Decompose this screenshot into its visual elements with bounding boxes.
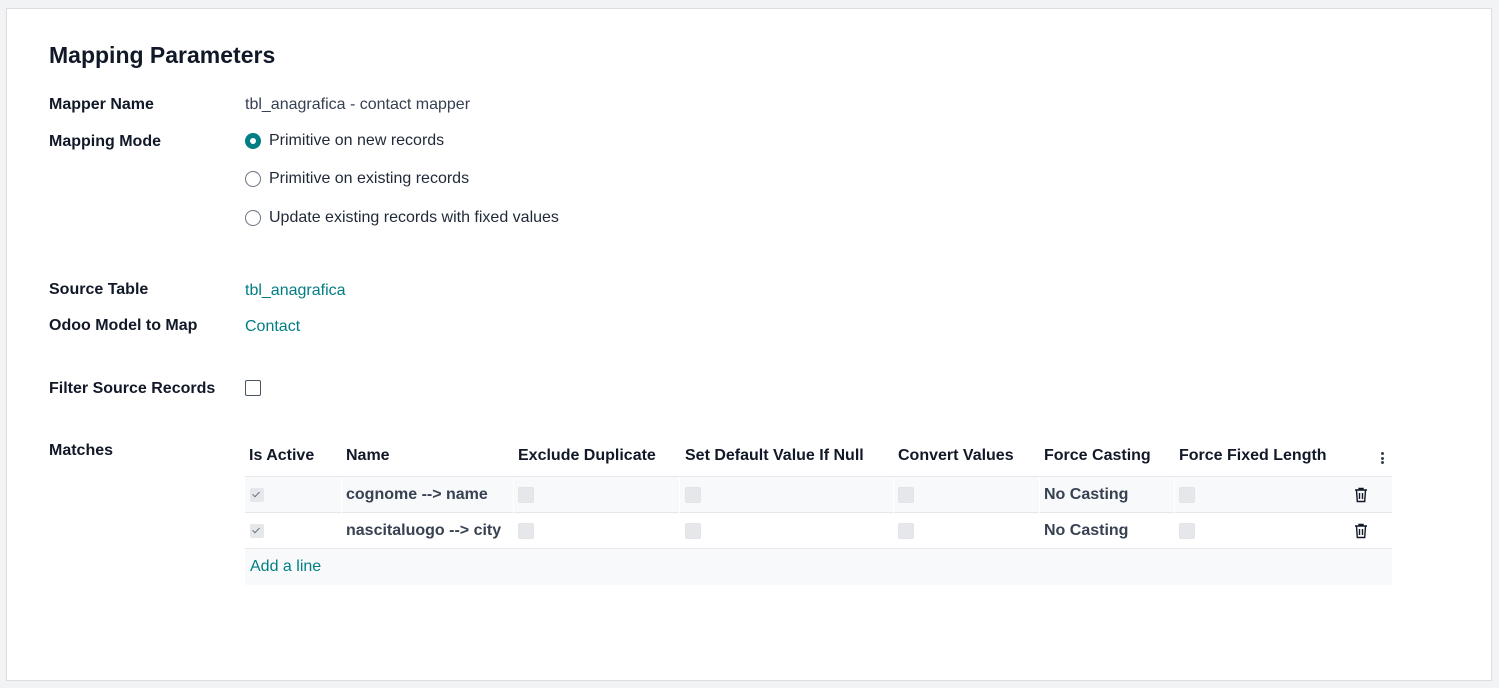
column-header-name[interactable]: Name <box>346 447 390 465</box>
add-line-link[interactable]: Add a line <box>250 558 321 576</box>
add-line-row: Add a line <box>245 549 1392 585</box>
is-active-checkbox[interactable] <box>250 524 264 538</box>
force-fixed-length-checkbox[interactable] <box>1179 487 1195 503</box>
convert-values-checkbox[interactable] <box>898 523 914 539</box>
kebab-vertical-icon[interactable] <box>1379 450 1385 466</box>
exclude-duplicate-checkbox[interactable] <box>518 487 534 503</box>
odoo-model-label: Odoo Model to Map <box>49 317 198 334</box>
mapper-name-label: Mapper Name <box>49 96 154 113</box>
radio-unselected-icon[interactable] <box>245 210 261 226</box>
is-active-checkbox[interactable] <box>250 488 264 502</box>
match-name[interactable]: cognome --> name <box>346 477 488 513</box>
mapper-name-field[interactable]: tbl_anagrafica - contact mapper <box>245 96 470 114</box>
set-default-checkbox[interactable] <box>685 523 701 539</box>
radio-unselected-icon[interactable] <box>245 171 261 187</box>
source-table-link[interactable]: tbl_anagrafica <box>245 282 346 300</box>
table-row[interactable]: cognome --> name No Casting <box>245 477 1392 513</box>
radio-primitive-new[interactable]: Primitive on new records <box>245 132 444 150</box>
column-header-set-default[interactable]: Set Default Value If Null <box>685 447 864 465</box>
exclude-duplicate-checkbox[interactable] <box>518 523 534 539</box>
force-casting-value[interactable]: No Casting <box>1044 513 1128 549</box>
trash-icon[interactable] <box>1354 487 1368 503</box>
column-header-is-active[interactable]: Is Active <box>249 447 314 465</box>
match-name[interactable]: nascitaluogo --> city <box>346 513 501 549</box>
column-header-convert-values[interactable]: Convert Values <box>898 447 1014 465</box>
column-header-exclude-duplicate[interactable]: Exclude Duplicate <box>518 447 656 465</box>
radio-selected-icon[interactable] <box>245 133 261 149</box>
radio-label: Primitive on new records <box>269 132 445 149</box>
matches-table: Is Active Name Exclude Duplicate Set Def… <box>245 441 1392 585</box>
odoo-model-link[interactable]: Contact <box>245 318 300 336</box>
column-header-force-casting[interactable]: Force Casting <box>1044 447 1151 465</box>
convert-values-checkbox[interactable] <box>898 487 914 503</box>
table-row[interactable]: nascitaluogo --> city No Casting <box>245 513 1392 549</box>
force-fixed-length-checkbox[interactable] <box>1179 523 1195 539</box>
table-header: Is Active Name Exclude Duplicate Set Def… <box>245 441 1392 477</box>
radio-label: Update existing records with fixed value… <box>269 209 559 226</box>
set-default-checkbox[interactable] <box>685 487 701 503</box>
mapping-mode-label: Mapping Mode <box>49 133 161 150</box>
page-title: Mapping Parameters <box>49 42 276 68</box>
radio-primitive-existing[interactable]: Primitive on existing records <box>245 170 469 188</box>
form-sheet: Mapping Parameters Mapper Name tbl_anagr… <box>6 8 1492 681</box>
filter-source-label: Filter Source Records <box>49 380 216 397</box>
radio-update-fixed[interactable]: Update existing records with fixed value… <box>245 209 559 227</box>
radio-label: Primitive on existing records <box>269 170 470 187</box>
source-table-label: Source Table <box>49 281 149 298</box>
trash-icon[interactable] <box>1354 523 1368 539</box>
matches-label: Matches <box>49 442 114 459</box>
filter-source-checkbox[interactable] <box>245 380 261 396</box>
force-casting-value[interactable]: No Casting <box>1044 477 1128 513</box>
column-header-force-fixed-length[interactable]: Force Fixed Length <box>1179 447 1327 465</box>
